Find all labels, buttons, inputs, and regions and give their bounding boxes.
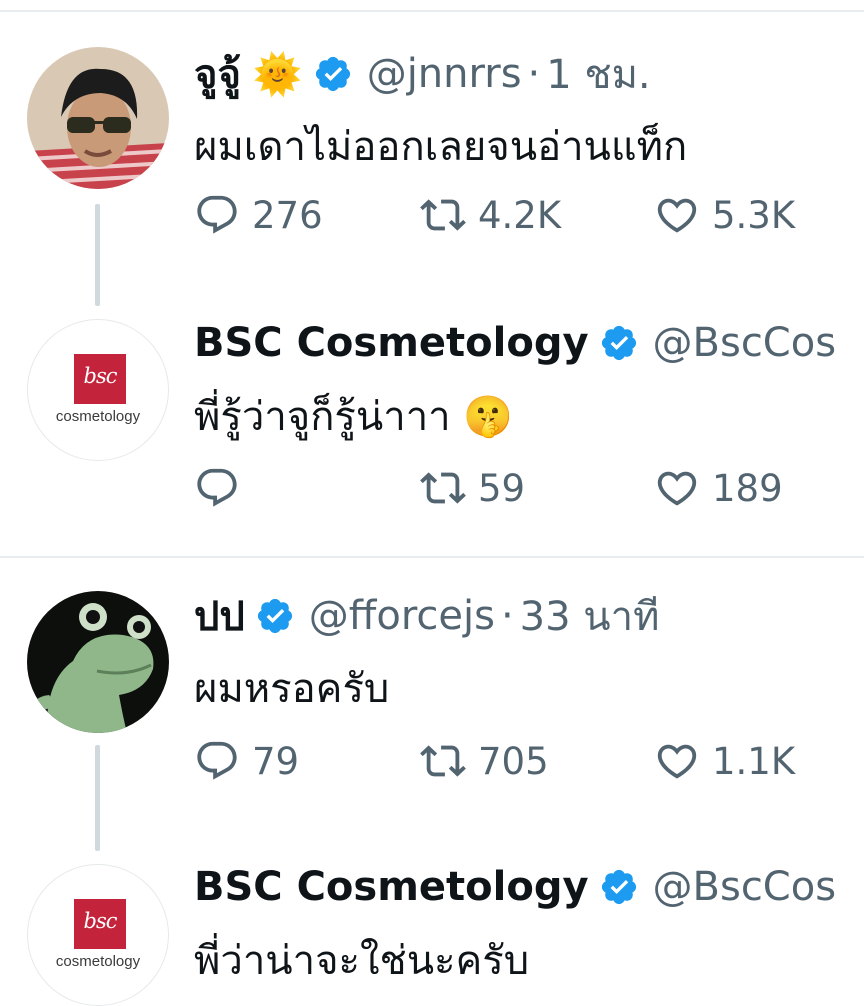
user-photo-avatar [27,47,169,189]
thread-connector [95,204,100,306]
retweet-count: 4.2K [478,193,562,237]
avatar[interactable]: bsc cosmetology [27,864,169,1006]
tweet-header: จูจู้ 🌞 @jnnrrs · 1 ชม. [194,45,864,103]
like-button[interactable]: 1.1K [654,736,795,786]
timestamp[interactable]: 33 นาที [520,587,660,645]
tweet-text: ผมหรอครับ [194,666,390,712]
like-button[interactable]: 5.3K [654,190,795,240]
retweet-button[interactable]: 59 [420,463,525,513]
verified-badge-icon [257,598,292,634]
bsc-logo: bsc [74,899,126,949]
reply-button[interactable] [194,463,252,513]
reply-button[interactable]: 276 [194,190,323,240]
verified-badge-icon [601,325,636,361]
timestamp[interactable]: 1 ชม. [546,45,650,103]
heart-icon [657,744,697,779]
retweet-count: 59 [478,466,526,510]
thread-connector [95,745,100,851]
display-name[interactable]: ปป [194,587,245,645]
top-divider [0,10,864,12]
logo-caption: cosmetology [55,953,141,970]
user-handle[interactable]: @BscCos [653,320,837,366]
tweet-text: ผมเดาไม่ออกเลยจนอ่านแท็ก [194,124,688,170]
thread-divider [0,556,864,558]
like-count: 5.3K [712,193,796,237]
retweet-button[interactable]: 705 [420,736,549,786]
tweet-header: ปป @fforcejs · 33 นาที [194,587,864,645]
like-count: 189 [712,466,783,510]
tweet-text: พี่รู้ว่าจูก็รู้น่าาา 🤫 [194,394,514,440]
heart-icon [657,471,697,506]
separator-dot: · [527,51,541,97]
frog-avatar [27,591,169,733]
heart-icon [657,198,697,233]
reply-icon [197,468,237,507]
retweet-icon [420,745,466,777]
user-handle[interactable]: @fforcejs [309,593,495,639]
tweet-text: พี่ว่าน่าจะใช่นะครับ [194,938,530,984]
like-button[interactable]: 189 [654,463,783,513]
retweet-count: 705 [478,739,549,783]
user-handle[interactable]: @jnnrrs [367,51,522,97]
reply-count: 79 [252,739,300,783]
avatar[interactable] [27,591,169,733]
user-handle[interactable]: @BscCos [653,864,837,910]
reply-icon [197,195,237,234]
logo-caption: cosmetology [55,408,141,425]
tweet-header: BSC Cosmetology @BscCos [194,858,864,916]
tweet-header: BSC Cosmetology @BscCos [194,314,864,372]
retweet-button[interactable]: 4.2K [420,190,561,240]
verified-badge-icon [315,56,350,92]
retweet-icon [420,199,466,231]
retweet-icon [420,472,466,504]
display-name[interactable]: จูจู้ [194,45,241,103]
reply-count: 276 [252,193,323,237]
display-name[interactable]: BSC Cosmetology [194,320,589,366]
reply-icon [197,741,237,780]
display-name[interactable]: BSC Cosmetology [194,864,589,910]
avatar[interactable]: bsc cosmetology [27,319,169,461]
avatar[interactable] [27,47,169,189]
separator-dot: · [500,593,514,639]
sun-emoji-icon: 🌞 [252,51,303,98]
verified-badge-icon [601,869,636,905]
reply-button[interactable]: 79 [194,736,299,786]
bsc-logo: bsc [74,354,126,404]
like-count: 1.1K [712,739,796,783]
